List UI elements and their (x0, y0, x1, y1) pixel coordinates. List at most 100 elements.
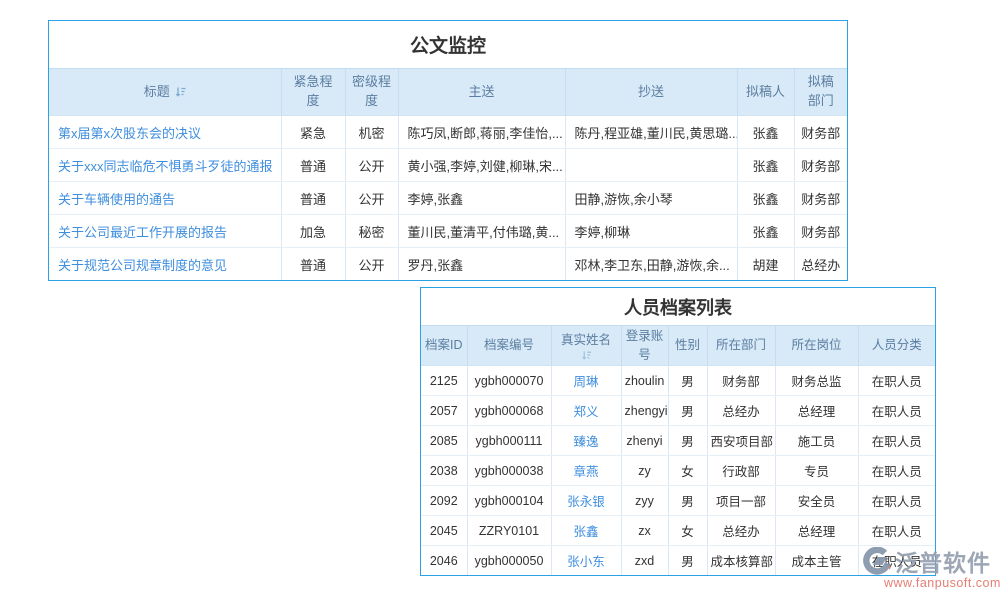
column-header-to: 主送 (398, 69, 565, 116)
person-name-link[interactable]: 周琳 (573, 375, 598, 389)
document-title-link[interactable]: 关于车辆使用的通告 (58, 192, 175, 207)
sort-icon[interactable] (175, 86, 186, 97)
gender-cell: 女 (668, 516, 707, 546)
document-title-link[interactable]: 关于公司最近工作开展的报告 (58, 225, 227, 240)
archive-id-cell: 2125 (421, 366, 467, 396)
person-name-link[interactable]: 张永银 (567, 495, 605, 509)
document-monitor-panel: 公文监控 标题 紧急程度 密级程度 主送 抄送 拟稿人 拟稿部门 (48, 20, 848, 281)
draft-dept-cell: 财务部 (794, 182, 847, 215)
table-row: 关于规范公司规章制度的意见 普通 公开 罗丹,张鑫 邓林,李卫东,田静,游恢,余… (49, 248, 847, 281)
person-name-link[interactable]: 张小东 (567, 555, 605, 569)
sort-icon[interactable] (581, 350, 592, 360)
category-cell: 在职人员 (858, 456, 935, 486)
column-header-post: 所在岗位 (775, 326, 858, 366)
column-header-title-label: 标题 (144, 84, 170, 99)
category-cell: 在职人员 (858, 516, 935, 546)
department-cell: 总经办 (707, 516, 775, 546)
table-row: 2045 ZZRY0101 张鑫 zx 女 总经办 总经理 在职人员 (421, 516, 935, 546)
secrecy-cell: 公开 (345, 248, 398, 281)
person-name-link[interactable]: 郑义 (573, 405, 598, 419)
archive-id-cell: 2046 (421, 546, 467, 576)
column-header-draft-dept: 拟稿部门 (794, 69, 847, 116)
column-header-urgency: 紧急程度 (281, 69, 345, 116)
archive-code-cell: ygbh000104 (467, 486, 551, 516)
table-row: 2038 ygbh000038 章燕 zy 女 行政部 专员 在职人员 (421, 456, 935, 486)
column-header-title[interactable]: 标题 (49, 69, 281, 116)
gender-cell: 男 (668, 546, 707, 576)
column-header-account: 登录账号 (621, 326, 668, 366)
gender-cell: 女 (668, 456, 707, 486)
column-header-secrecy: 密级程度 (345, 69, 398, 116)
draft-dept-cell: 财务部 (794, 116, 847, 149)
gender-cell: 男 (668, 396, 707, 426)
urgency-cell: 普通 (281, 149, 345, 182)
table-row: 关于xxx同志临危不惧勇斗歹徒的通报 普通 公开 黄小强,李婷,刘健,柳琳,宋.… (49, 149, 847, 182)
column-header-department: 所在部门 (707, 326, 775, 366)
secrecy-cell: 机密 (345, 116, 398, 149)
header-row: 档案ID 档案编号 真实姓名 登录账号 性别 所在部门 所在岗位 人员分类 (421, 326, 935, 366)
column-header-archive-id: 档案ID (421, 326, 467, 366)
account-cell: zhengyi (621, 396, 668, 426)
archive-code-cell: ygbh000050 (467, 546, 551, 576)
gender-cell: 男 (668, 366, 707, 396)
watermark-url: www.fanpusoft.com (860, 576, 1000, 590)
document-monitor-title: 公文监控 (49, 21, 847, 68)
department-cell: 财务部 (707, 366, 775, 396)
document-title-link[interactable]: 关于xxx同志临危不惧勇斗歹徒的通报 (58, 159, 273, 174)
column-header-drafter: 拟稿人 (737, 69, 794, 116)
watermark-top: 泛普软件 (860, 544, 1000, 578)
table-row: 2085 ygbh000111 臻逸 zhenyi 男 西安项目部 施工员 在职… (421, 426, 935, 456)
cc-recipients-cell: 邓林,李卫东,田静,游恢,余... (565, 248, 737, 281)
department-cell: 项目一部 (707, 486, 775, 516)
secrecy-cell: 公开 (345, 182, 398, 215)
document-table-body: 第x届第x次股东会的决议 紧急 机密 陈巧凤,断郎,蒋丽,李佳怡,... 陈丹,… (49, 116, 847, 281)
archive-id-cell: 2085 (421, 426, 467, 456)
main-recipients-cell: 陈巧凤,断郎,蒋丽,李佳怡,... (398, 116, 565, 149)
personnel-table-body: 2125 ygbh000070 周琳 zhoulin 男 财务部 财务总监 在职… (421, 366, 935, 576)
gender-cell: 男 (668, 426, 707, 456)
archive-id-cell: 2045 (421, 516, 467, 546)
document-title-link[interactable]: 关于规范公司规章制度的意见 (58, 258, 227, 273)
fanpu-logo-icon (860, 547, 892, 575)
category-cell: 在职人员 (858, 426, 935, 456)
department-cell: 成本核算部 (707, 546, 775, 576)
person-name-link[interactable]: 臻逸 (573, 435, 598, 449)
drafter-cell: 张鑫 (737, 116, 794, 149)
archive-code-cell: ZZRY0101 (467, 516, 551, 546)
column-header-real-name-label: 真实姓名 (556, 331, 617, 349)
page: 公文监控 标题 紧急程度 密级程度 主送 抄送 拟稿人 拟稿部门 (0, 0, 1000, 600)
column-header-archive-code: 档案编号 (467, 326, 551, 366)
personnel-archive-panel: 人员档案列表 档案ID 档案编号 真实姓名 登录账号 性别 所在部门 所在岗位 (420, 287, 936, 576)
account-cell: zhoulin (621, 366, 668, 396)
gender-cell: 男 (668, 486, 707, 516)
archive-id-cell: 2038 (421, 456, 467, 486)
column-header-real-name[interactable]: 真实姓名 (551, 326, 621, 366)
drafter-cell: 胡建 (737, 248, 794, 281)
post-cell: 成本主管 (775, 546, 858, 576)
urgency-cell: 普通 (281, 182, 345, 215)
category-cell: 在职人员 (858, 396, 935, 426)
post-cell: 总经理 (775, 396, 858, 426)
account-cell: zhenyi (621, 426, 668, 456)
main-recipients-cell: 罗丹,张鑫 (398, 248, 565, 281)
table-row: 关于公司最近工作开展的报告 加急 秘密 董川民,董清平,付伟璐,黄... 李婷,… (49, 215, 847, 248)
drafter-cell: 张鑫 (737, 182, 794, 215)
table-row: 第x届第x次股东会的决议 紧急 机密 陈巧凤,断郎,蒋丽,李佳怡,... 陈丹,… (49, 116, 847, 149)
person-name-link[interactable]: 章燕 (573, 465, 598, 479)
secrecy-cell: 秘密 (345, 215, 398, 248)
archive-id-cell: 2057 (421, 396, 467, 426)
table-row: 2092 ygbh000104 张永银 zyy 男 项目一部 安全员 在职人员 (421, 486, 935, 516)
cc-recipients-cell: 田静,游恢,余小琴 (565, 182, 737, 215)
table-row: 关于车辆使用的通告 普通 公开 李婷,张鑫 田静,游恢,余小琴 张鑫 财务部 (49, 182, 847, 215)
urgency-cell: 普通 (281, 248, 345, 281)
person-name-link[interactable]: 张鑫 (573, 525, 598, 539)
column-header-gender: 性别 (668, 326, 707, 366)
post-cell: 安全员 (775, 486, 858, 516)
table-row: 2046 ygbh000050 张小东 zxd 男 成本核算部 成本主管 在职人… (421, 546, 935, 576)
document-title-link[interactable]: 第x届第x次股东会的决议 (58, 126, 201, 141)
table-row: 2125 ygbh000070 周琳 zhoulin 男 财务部 财务总监 在职… (421, 366, 935, 396)
cc-recipients-cell (565, 149, 737, 182)
post-cell: 总经理 (775, 516, 858, 546)
archive-code-cell: ygbh000111 (467, 426, 551, 456)
personnel-archive-table: 档案ID 档案编号 真实姓名 登录账号 性别 所在部门 所在岗位 人员分类 21… (421, 325, 935, 575)
